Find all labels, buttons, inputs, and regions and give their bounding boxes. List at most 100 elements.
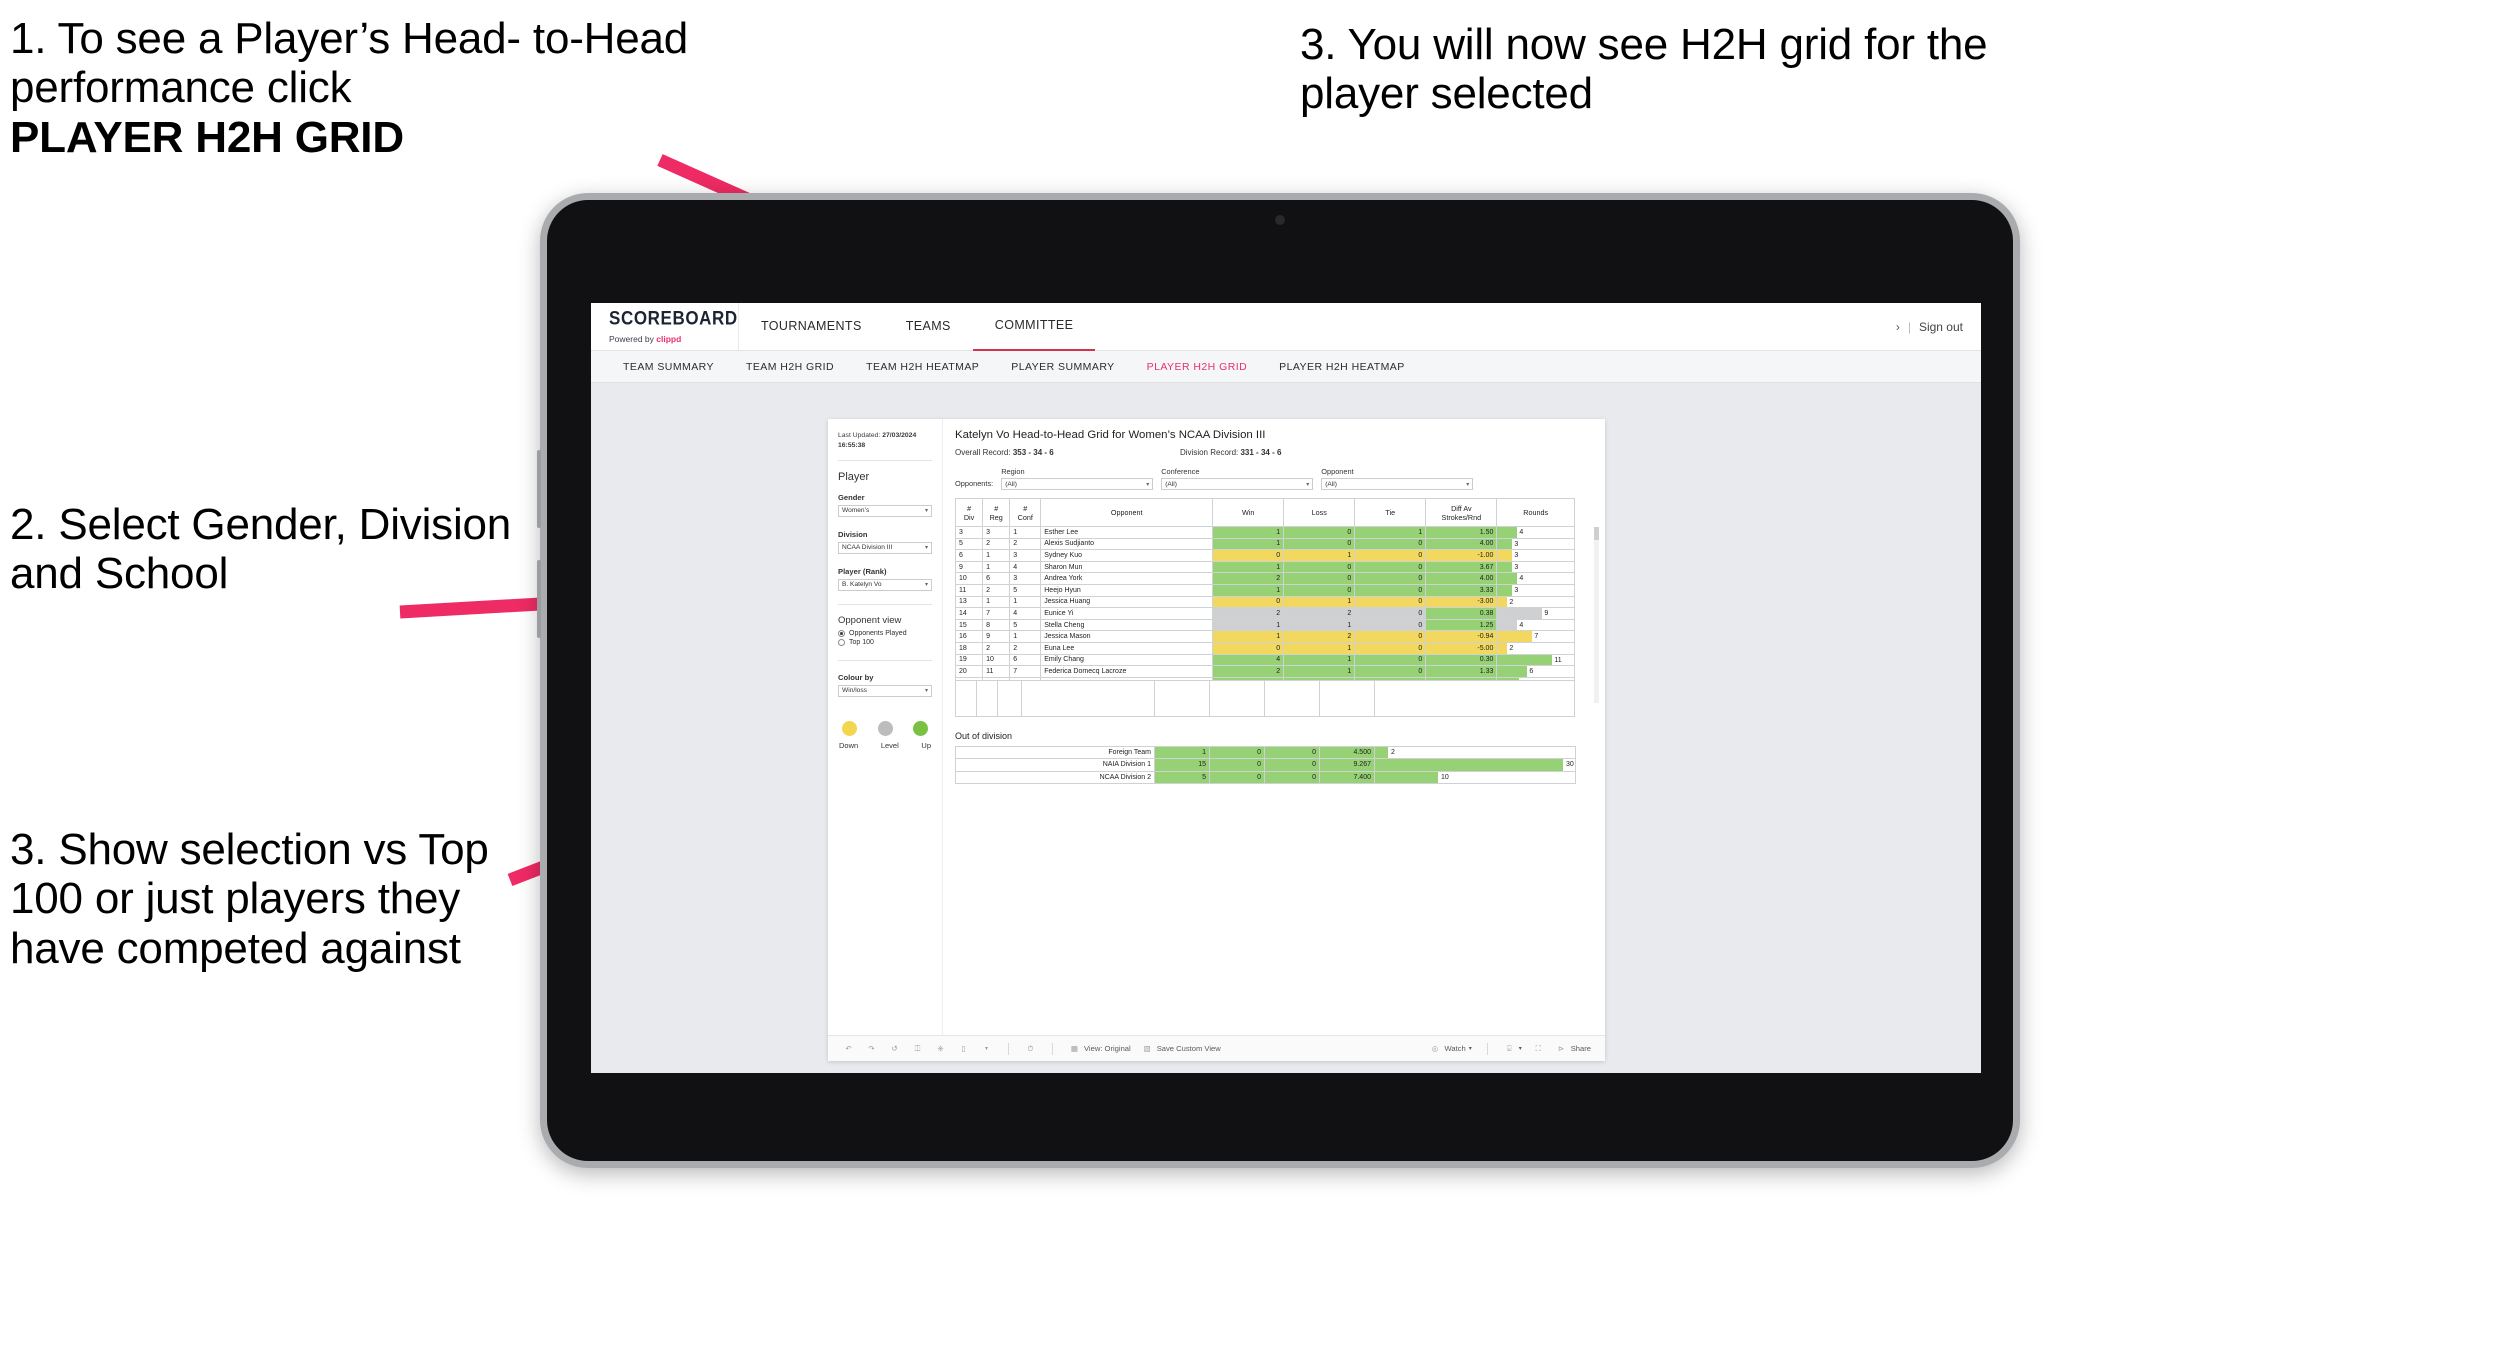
rounds-value: 11 [1554, 656, 1562, 664]
table-row[interactable]: 13 1 1 Jessica Huang 0 1 0 -3.00 2 [954, 595, 1575, 609]
cell: 8 [982, 618, 1011, 632]
col-div-l1: # [967, 503, 972, 513]
view-label: View: Original [1084, 1044, 1131, 1053]
rounds-bar-cell: 3 [1496, 549, 1575, 562]
colour-by-select[interactable]: Win/loss ▾ [838, 684, 932, 697]
table-row[interactable]: 10 6 3 Andrea York 2 0 0 4.00 4 [954, 572, 1575, 585]
radio-top-100[interactable]: Top 100 [838, 638, 932, 646]
grid-vertical-scrollbar[interactable] [1594, 527, 1599, 703]
rounds-value: 6 [1529, 668, 1534, 676]
cell: 0.38 [1425, 607, 1498, 620]
brand-logo[interactable]: SCOREBOARD Powered by clippd [591, 303, 739, 350]
annotation-step-3-right: 3. You will now see H2H grid for the pla… [1300, 20, 1988, 119]
gender-select[interactable]: Women’s ▾ [838, 504, 932, 517]
rounds-bar-cell: 2 [1496, 641, 1575, 655]
table-row[interactable]: NCAA Division 2 5 0 0 7.400 10 [955, 770, 1576, 784]
save-view-icon: ▧ [1143, 1044, 1151, 1053]
cell: 7 [1009, 665, 1042, 678]
table-row[interactable]: 6 1 3 Sydney Kuo 0 1 0 -1.00 3 [954, 549, 1575, 562]
watch-button[interactable]: ◎ Watch ▾ [1428, 1042, 1472, 1055]
pause-updates-icon[interactable]: ⎈ [934, 1042, 947, 1055]
legend-dot-up [913, 720, 928, 736]
cell: 0 [1283, 560, 1356, 574]
download-button[interactable]: ⍌ ▾ [1503, 1042, 1522, 1055]
cell: 2 [982, 641, 1011, 655]
chevron-down-icon[interactable]: ▾ [980, 1042, 993, 1055]
rounds-bar [1497, 619, 1518, 631]
table-row[interactable]: Foreign Team 1 0 0 4.500 2 [955, 745, 1576, 760]
table-row[interactable]: 15 8 5 Stella Cheng 1 1 0 1.25 4 [954, 618, 1575, 632]
cell: Alexis Sudjianto [1040, 537, 1214, 551]
radio-opponents-played[interactable]: Opponents Played [838, 629, 932, 637]
cell: 1 [1283, 618, 1356, 632]
cell: 0 [1209, 758, 1265, 772]
revert-icon[interactable]: ↺ [888, 1042, 901, 1055]
table-row[interactable]: 11 2 5 Heejo Hyun 1 0 0 3.33 3 [954, 583, 1575, 597]
table-row[interactable]: 9 1 4 Sharon Mun 1 0 0 3.67 3 [954, 560, 1575, 574]
undo-icon[interactable]: ↶ [842, 1042, 855, 1055]
cell: 0 [1354, 653, 1427, 667]
col-diff-l1: Diff Av [1451, 503, 1472, 513]
cell: Federica Domecq Lacroze [1040, 665, 1214, 678]
region-select[interactable]: (All) ▾ [1001, 478, 1154, 490]
subnav-item-team-h2h-grid[interactable]: TEAM H2H GRID [730, 361, 850, 373]
gender-label: Gender [838, 492, 865, 502]
opponents-label: Opponents: [955, 479, 994, 488]
table-row[interactable]: 19 10 6 Emily Chang 4 1 0 0.30 11 [954, 653, 1575, 667]
subnav-item-team-h2h-heatmap[interactable]: TEAM H2H HEATMAP [850, 361, 995, 373]
save-custom-view-button[interactable]: ▧ Save Custom View [1141, 1042, 1221, 1055]
table-row[interactable]: 16 9 1 Jessica Mason 1 2 0 -0.94 7 [954, 630, 1575, 643]
volume-up-button[interactable] [537, 450, 541, 528]
topnav-item-teams[interactable]: TEAMS [884, 303, 973, 350]
subnav-item-player-h2h-heatmap[interactable]: PLAYER H2H HEATMAP [1263, 361, 1421, 373]
rounds-bar-cell: 3 [1496, 583, 1575, 597]
division-select[interactable]: NCAA Division III ▾ [838, 541, 932, 554]
topnav-item-tournaments[interactable]: TOURNAMENTS [739, 303, 884, 350]
cell: 0 [1209, 745, 1265, 760]
fullscreen-icon[interactable]: ⛶ [1532, 1042, 1545, 1055]
rounds-bar-cell: 6 [1496, 665, 1575, 678]
table-row[interactable]: 14 7 4 Eunice Yi 2 2 0 0.38 9 [954, 607, 1575, 620]
table-row[interactable]: 5 2 2 Alexis Sudjianto 1 0 0 4.00 3 [954, 537, 1575, 551]
col-opponent: Opponent [1040, 498, 1214, 527]
table-row[interactable]: 18 2 2 Euna Lee 0 1 0 -5.00 2 [954, 641, 1575, 655]
conference-select[interactable]: (All) ▾ [1161, 478, 1314, 490]
opponent-label: Opponent [1321, 467, 1354, 476]
cell: 4.500 [1319, 745, 1375, 760]
cell: 1 [1283, 641, 1356, 655]
redo-icon[interactable]: ↷ [865, 1042, 878, 1055]
volume-down-button[interactable] [537, 560, 541, 638]
history-clock-icon[interactable]: ⏱ [1024, 1042, 1037, 1055]
view-original-button[interactable]: ▦ View: Original [1068, 1042, 1131, 1055]
player-select[interactable]: B. Katelyn Vo ▾ [838, 578, 932, 591]
cell: 0 [1209, 770, 1265, 784]
table-row[interactable]: NAIA Division 1 15 0 0 9.267 30 [955, 758, 1576, 772]
opponent-select[interactable]: (All) ▾ [1321, 478, 1474, 490]
out-of-division-title: Out of division [955, 730, 1013, 741]
cell: -0.94 [1425, 630, 1498, 643]
header-right: › | Sign out [1896, 303, 1981, 350]
chevron-right-icon[interactable]: › [1896, 320, 1900, 334]
overall-record-value: 353 - 34 - 6 [1012, 448, 1054, 457]
subnav-item-player-summary[interactable]: PLAYER SUMMARY [995, 361, 1130, 373]
sign-out-link[interactable]: Sign out [1919, 320, 1963, 334]
col-diff: Diff Av Strokes/Rnd [1425, 498, 1498, 527]
opponent-filter-row: Opponents: Region (All) ▾ Conference (Al… [955, 467, 1591, 490]
cell: 1 [982, 595, 1011, 609]
cell: 1.25 [1425, 618, 1498, 632]
subnav-item-team-summary[interactable]: TEAM SUMMARY [607, 361, 730, 373]
subnav-item-player-h2h-grid[interactable]: PLAYER H2H GRID [1131, 361, 1264, 373]
h2h-grid-body: 3 3 1 Esther Lee 1 0 1 1.50 4 5 2 2 Alexis Sudjianto… [954, 526, 1575, 681]
cell: 20 [954, 665, 984, 678]
scrollbar-thumb[interactable] [1594, 527, 1599, 540]
highlight-icon[interactable]: ▯ [957, 1042, 970, 1055]
cell: Sydney Kuo [1040, 549, 1214, 562]
cell: 0 [1354, 583, 1427, 597]
rounds-value: 3 [1514, 552, 1519, 560]
table-row[interactable]: 3 3 1 Esther Lee 1 0 1 1.50 4 [954, 526, 1575, 539]
share-button[interactable]: ⊳ Share [1555, 1042, 1591, 1055]
topnav-item-committee[interactable]: COMMITTEE [972, 303, 1096, 351]
table-row[interactable]: 20 11 7 Federica Domecq Lacroze 2 1 0 1.33 6 [954, 665, 1575, 678]
rounds-bar [1375, 759, 1563, 771]
refresh-data-icon[interactable]: ⎅ [911, 1042, 924, 1055]
